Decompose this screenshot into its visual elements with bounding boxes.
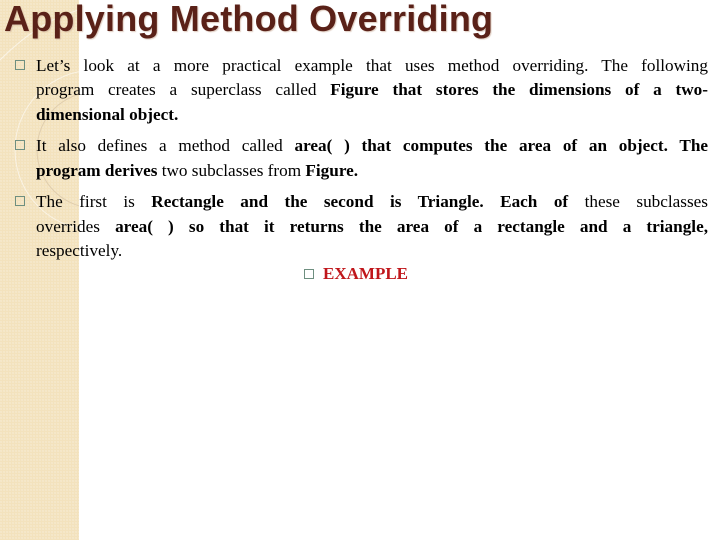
- bullet-box-icon: [15, 60, 25, 70]
- text: Let’s look at a more practical example t…: [36, 56, 708, 75]
- bullet-box-icon: [304, 269, 314, 279]
- bullet-line: program creates a superclass called Figu…: [36, 78, 708, 102]
- example-label: EXAMPLE: [323, 264, 408, 283]
- bullet-box-icon: [15, 140, 25, 151]
- bullet-list: Let’s look at a more practical example t…: [15, 54, 708, 271]
- bullet-line: dimensional object.: [36, 103, 708, 127]
- bold-text: dimensional object.: [36, 104, 179, 124]
- text: these subclasses: [568, 192, 708, 212]
- bold-text: area( ) that computes the area of an obj…: [294, 136, 709, 156]
- bullet-line: overrides area( ) so that it returns the…: [36, 215, 708, 239]
- text: overrides: [36, 216, 116, 236]
- bold-text: Rectangle and the second is Triangle. Ea…: [151, 192, 569, 212]
- text: respectively.: [36, 240, 123, 260]
- bullet-line: respectively.: [36, 239, 708, 263]
- bold-text: Figure that stores the dimensions of a t…: [330, 80, 708, 100]
- bold-text: area( ) so that it returns the area of a…: [115, 216, 708, 236]
- bold-text: Figure.: [305, 160, 359, 180]
- bullet-line: program derives two subclasses from Figu…: [36, 159, 708, 183]
- text: The first is: [36, 192, 152, 212]
- text: program creates a superclass called: [36, 80, 331, 100]
- bullet-item: Let’s look at a more practical example t…: [15, 54, 708, 127]
- bullet-line: The first is Rectangle and the second is…: [36, 190, 708, 214]
- bullet-item: It also defines a method called area( ) …: [15, 134, 708, 183]
- slide-title: Applying Method Overriding: [4, 0, 494, 39]
- text: two subclasses from: [157, 160, 306, 180]
- bold-text: program derives: [36, 160, 158, 180]
- bullet-item: The first is Rectangle and the second is…: [15, 190, 708, 263]
- example-link[interactable]: EXAMPLE: [304, 264, 408, 284]
- bullet-line: Let’s look at a more practical example t…: [36, 54, 708, 78]
- bullet-line: It also defines a method called area( ) …: [36, 134, 708, 158]
- text: It also defines a method called: [36, 136, 295, 156]
- bullet-box-icon: [15, 196, 25, 207]
